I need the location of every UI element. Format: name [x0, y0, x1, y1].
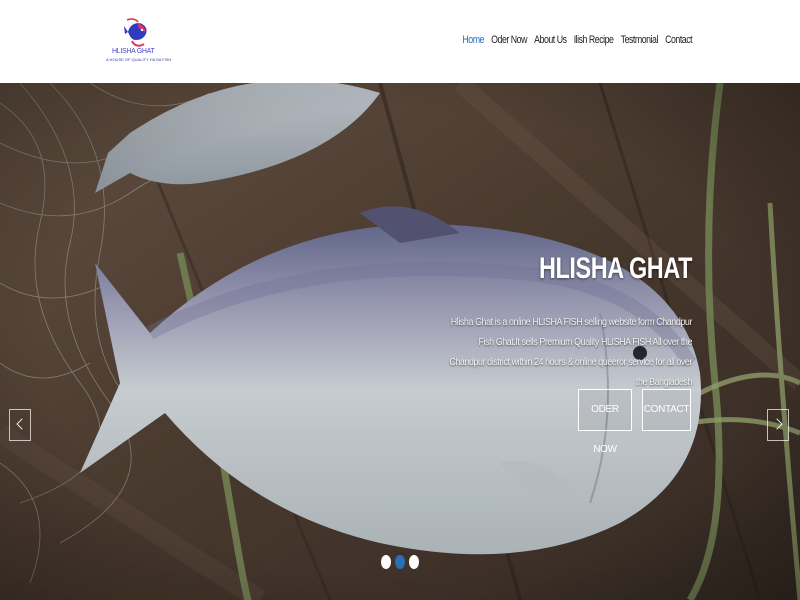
hero-caption: HLISHA GHAT [392, 252, 692, 286]
hero-title: HLISHA GHAT [538, 252, 692, 285]
carousel-next-button[interactable] [767, 409, 789, 441]
carousel-prev-button[interactable] [9, 409, 31, 441]
nav-item-order-now[interactable]: Oder Now [491, 34, 527, 46]
main-nav: Home Oder Now About Us Ilish Recipe Test… [462, 34, 692, 46]
order-now-button[interactable]: ODER NOW [578, 389, 632, 455]
carousel-dot[interactable] [409, 555, 419, 569]
contact-button[interactable]: CONTACT [642, 389, 691, 431]
hero-actions: ODER NOW CONTACT [578, 389, 691, 455]
brand-tagline: A HOUSE OF QUALITY HILSA FISH [106, 57, 172, 62]
nav-item-home[interactable]: Home [462, 34, 484, 46]
brand-logo[interactable]: HLISHA GHAT A HOUSE OF QUALITY HILSA FIS… [106, 18, 171, 68]
brand-name: HLISHA GHAT [112, 48, 155, 55]
carousel-indicators [381, 555, 419, 569]
nav-item-about-us[interactable]: About Us [534, 34, 567, 46]
carousel-dot-active[interactable] [395, 555, 405, 569]
chevron-right-icon [771, 418, 783, 430]
nav-item-ilish-recipe[interactable]: Ilish Recipe [574, 34, 614, 46]
fish-logo-icon [124, 18, 147, 47]
navbar: HLISHA GHAT A HOUSE OF QUALITY HILSA FIS… [0, 0, 800, 83]
nav-item-contact[interactable]: Contact [665, 34, 692, 46]
carousel-dot[interactable] [381, 555, 391, 569]
hero-description: Hlisha Ghat is a online HLISHA FISH sell… [449, 316, 692, 388]
chevron-left-icon [16, 418, 28, 430]
nav-item-testimonial[interactable]: Testmonial [621, 34, 659, 46]
